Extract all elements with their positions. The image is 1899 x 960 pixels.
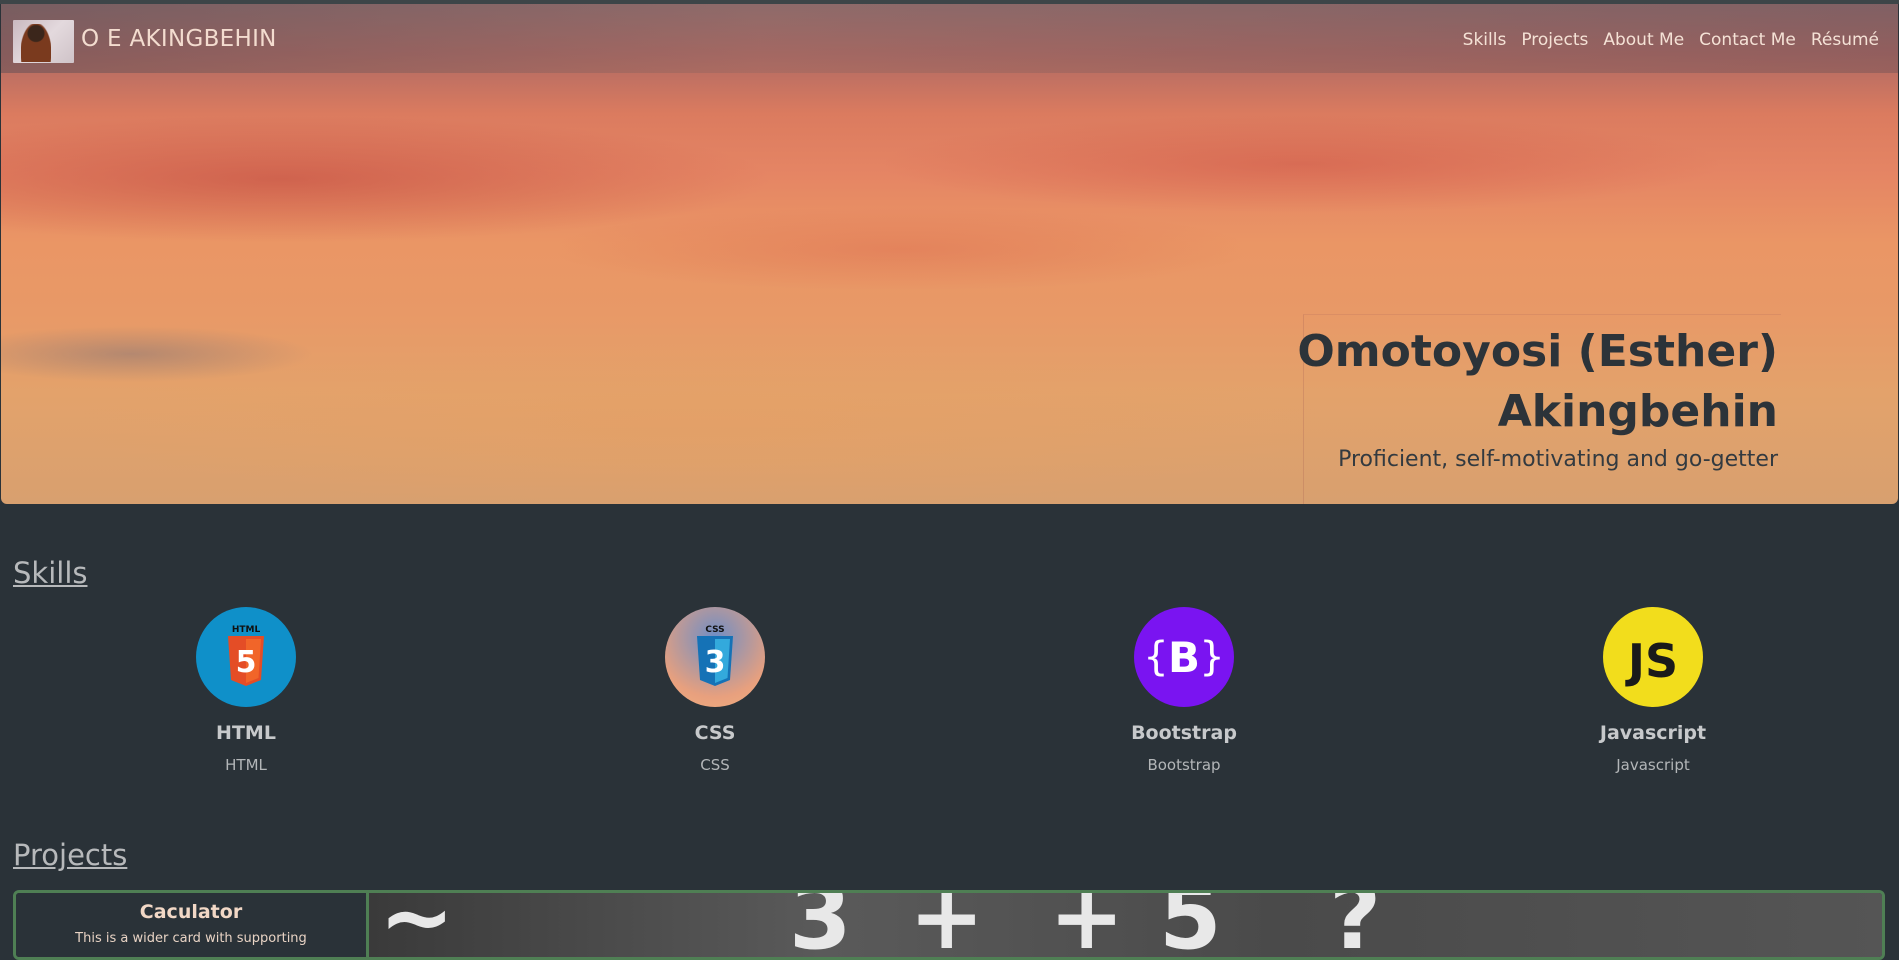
- svg-text:3: 3: [705, 645, 726, 680]
- card-text: Caculator This is a wider card with supp…: [16, 893, 366, 957]
- brand-name[interactable]: O E AKINGBEHIN: [81, 26, 277, 52]
- hero-banner: O E AKINGBEHIN Skills Projects About Me …: [1, 4, 1898, 504]
- svg-text:HTML: HTML: [232, 625, 261, 635]
- html5-icon: HTML 5: [196, 607, 296, 707]
- nav-link-contact[interactable]: Contact Me: [1699, 30, 1796, 50]
- skill-desc: Javascript: [1616, 756, 1690, 774]
- nav-links: Skills Projects About Me Contact Me Résu…: [1463, 30, 1879, 50]
- svg-text:JS: JS: [1625, 634, 1678, 687]
- card-body: This is a wider card with supporting: [75, 931, 307, 946]
- skill-desc: CSS: [700, 756, 730, 774]
- svg-text:5: 5: [236, 645, 257, 680]
- card-title: Caculator: [139, 901, 243, 923]
- skill-desc: Bootstrap: [1147, 756, 1221, 774]
- css3-icon: CSS 3: [665, 607, 765, 707]
- hero-subtitle: Proficient, self-motivating and go-gette…: [1338, 447, 1778, 472]
- skill-name: CSS: [694, 722, 736, 744]
- skill-name: HTML: [216, 722, 276, 744]
- svg-text:}: }: [1199, 634, 1224, 680]
- brand-logo[interactable]: [13, 20, 74, 63]
- skill-html: HTML 5 HTML HTML: [146, 607, 346, 774]
- skill-css: CSS 3 CSS CSS: [615, 607, 815, 774]
- javascript-icon: JS: [1603, 607, 1703, 707]
- svg-text:{: {: [1143, 634, 1168, 680]
- svg-text:B: B: [1168, 633, 1200, 682]
- bootstrap-icon: { } B: [1134, 607, 1234, 707]
- skills-heading: Skills: [13, 556, 88, 590]
- hero-title: Omotoyosi (Esther) Akingbehin: [1297, 326, 1778, 437]
- nav-link-skills[interactable]: Skills: [1463, 30, 1507, 50]
- skill-desc: HTML: [225, 756, 267, 774]
- skill-javascript: JS Javascript Javascript: [1553, 607, 1753, 774]
- projects-heading: Projects: [13, 838, 128, 872]
- nav-link-about[interactable]: About Me: [1603, 30, 1684, 50]
- project-card-calculator[interactable]: Caculator This is a wider card with supp…: [13, 890, 1885, 960]
- skill-bootstrap: { } B Bootstrap Bootstrap: [1084, 607, 1284, 774]
- card-image: ~ 3 + + 5 ?: [366, 893, 1882, 957]
- skill-name: Javascript: [1599, 722, 1707, 744]
- skill-name: Bootstrap: [1131, 722, 1237, 744]
- navbar: O E AKINGBEHIN Skills Projects About Me …: [1, 4, 1898, 73]
- svg-text:CSS: CSS: [705, 625, 724, 635]
- nav-link-resume[interactable]: Résumé: [1811, 30, 1879, 50]
- nav-link-projects[interactable]: Projects: [1521, 30, 1588, 50]
